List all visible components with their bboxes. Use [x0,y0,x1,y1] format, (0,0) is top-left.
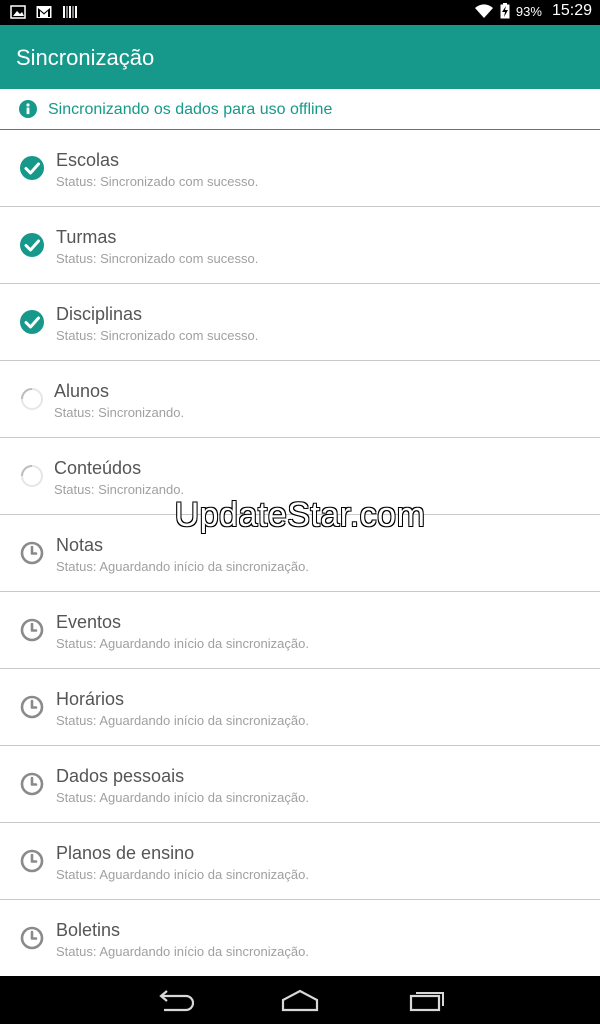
back-icon[interactable] [154,986,194,1014]
sync-item-status: Status: Aguardando início da sincronizaç… [56,944,309,959]
loading-spinner-icon [20,464,44,488]
barcode-icon [63,6,77,18]
gmail-icon [36,6,52,18]
check-circle-icon [20,310,44,334]
sync-item-name: Alunos [54,381,110,401]
check-circle-icon [20,156,44,180]
sync-item-status: Status: Aguardando início da sincronizaç… [56,636,309,651]
sync-item[interactable]: Conteúdos Status: Sincronizando. [0,438,600,515]
sync-item-name: Notas [56,535,104,555]
clock-icon [20,618,44,642]
sync-item-status: Status: Aguardando início da sincronizaç… [56,867,309,882]
home-icon[interactable] [280,986,320,1014]
sync-item-status: Status: Sincronizado com sucesso. [56,251,259,266]
sync-item[interactable]: Horários Status: Aguardando início da sin… [0,669,600,746]
sync-item-status: Status: Sincronizando. [54,482,185,497]
clock-icon [20,849,44,873]
clock-icon [20,695,44,719]
sync-item-name: Conteúdos [54,458,142,478]
navigation-bar [0,976,600,1024]
sync-item-status: Status: Sincronizado com sucesso. [56,328,259,343]
recent-apps-icon[interactable] [406,986,446,1014]
clock-icon [20,541,44,565]
sync-item[interactable]: Turmas Status: Sincronizado com sucesso. [0,207,600,284]
sync-item-name: Planos de ensino [56,843,195,863]
clock: 15:29 [551,2,592,19]
sync-item[interactable]: Eventos Status: Aguardando início da sinc… [0,592,600,669]
sync-item-status: Status: Aguardando início da sincronizaç… [56,713,309,728]
battery-charging-icon [500,3,510,19]
sync-item[interactable]: Notas Status: Aguardando início da sincro… [0,515,600,592]
clock-icon [20,772,44,796]
sync-item[interactable]: Alunos Status: Sincronizando. [0,361,600,438]
battery-level: 93% [515,3,542,19]
sync-item-name: Dados pessoais [56,766,185,786]
sync-item-name: Turmas [56,227,117,247]
sync-item[interactable]: Boletins Status: Aguardando início da sin… [0,900,600,977]
info-icon [19,100,37,118]
sync-item-status: Status: Aguardando início da sincronizaç… [56,559,309,574]
status-bar: 93% 15:29 [0,0,600,25]
page-title: Sincronização [16,45,155,70]
check-circle-icon [20,233,44,257]
image-icon [10,5,26,19]
sync-item[interactable]: Dados pessoais Status: Aguardando início … [0,746,600,823]
sync-item[interactable]: Escolas Status: Sincronizado com sucesso. [0,130,600,207]
sync-item-status: Status: Sincronizado com sucesso. [56,174,259,189]
clock-icon [20,926,44,950]
sync-item-name: Eventos [56,612,122,632]
info-banner: Sincronizando os dados para uso offline [0,89,600,130]
app-bar: Sincronização [0,25,600,89]
sync-item[interactable]: Planos de ensino Status: Aguardando iníci… [0,823,600,900]
sync-item-name: Horários [56,689,125,709]
sync-item-status: Status: Sincronizando. [54,405,185,420]
sync-item-name: Escolas [56,150,120,170]
wifi-icon [474,4,493,18]
info-banner-text: Sincronizando os dados para uso offline [48,101,333,118]
sync-item[interactable]: Disciplinas Status: Sincronizado com suce… [0,284,600,361]
sync-item-status: Status: Aguardando início da sincronizaç… [56,790,309,805]
sync-item-name: Disciplinas [56,304,143,324]
sync-item-name: Boletins [56,920,121,940]
sync-list: Escolas Status: Sincronizado com sucesso.… [0,130,600,977]
loading-spinner-icon [20,387,44,411]
